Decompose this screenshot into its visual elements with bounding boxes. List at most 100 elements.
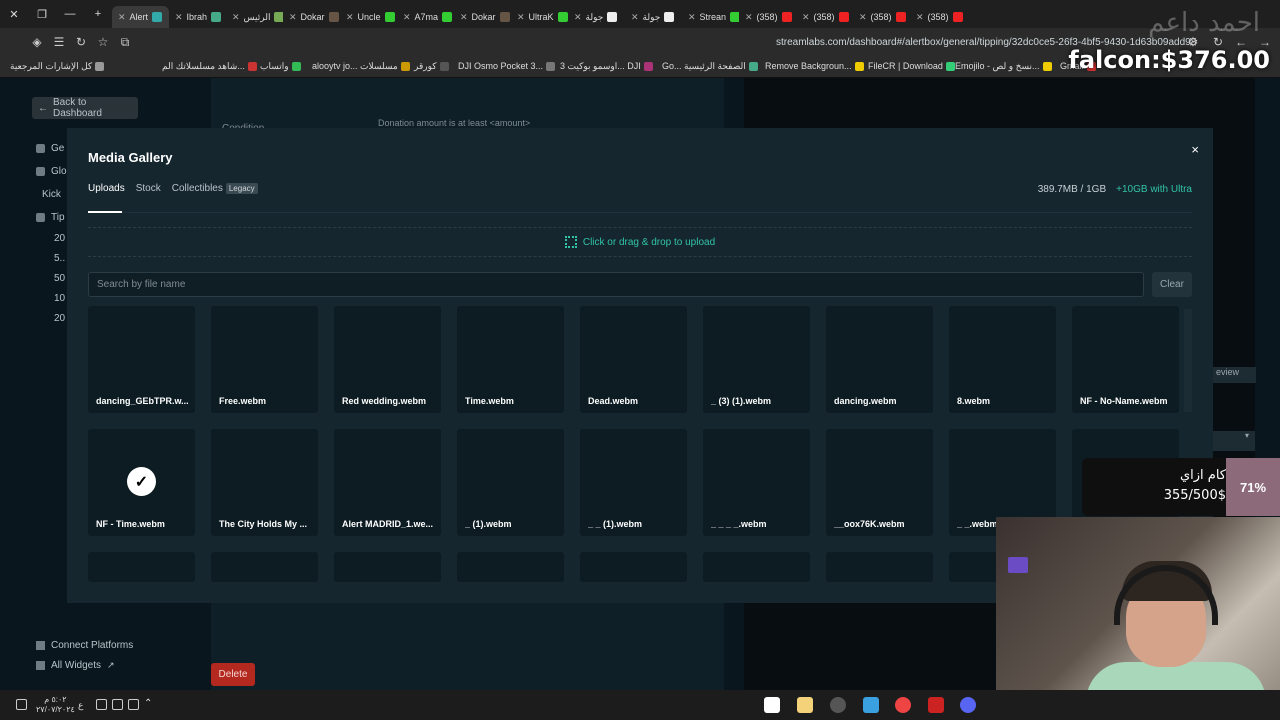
browser-tab[interactable]: ✕ (358) — [739, 6, 796, 28]
media-tile[interactable]: _ _ _ _.webm — [703, 429, 810, 536]
browser-tab[interactable]: ✕ Uncle — [340, 6, 397, 28]
bookmark-item[interactable]: اوسمو بوكيت 3... DJI — [560, 61, 653, 72]
browser-tab[interactable]: ✕ (358) — [910, 6, 967, 28]
video-app-icon[interactable] — [928, 697, 944, 713]
sidebar-item[interactable]: 50 — [54, 273, 65, 284]
notification-icon[interactable] — [16, 699, 27, 710]
browser-tab[interactable]: ✕ (358) — [796, 6, 853, 28]
obs-app-icon[interactable] — [764, 697, 780, 713]
discord-app-icon[interactable] — [960, 697, 976, 713]
chevron-up-icon[interactable]: ⌃ — [144, 698, 152, 709]
close-tab-icon[interactable]: ✕ — [289, 12, 297, 23]
tab-search-icon[interactable]: ⧉ — [114, 35, 136, 50]
browser-tab[interactable]: ✕ UltraK — [511, 6, 568, 28]
media-tile[interactable]: Dead.webm — [580, 306, 687, 413]
close-tab-icon[interactable]: ✕ — [232, 12, 240, 23]
layout-select[interactable]: ▾ — [1212, 431, 1255, 451]
upgrade-storage-link[interactable]: +10GB with Ultra — [1116, 184, 1192, 195]
close-tab-icon[interactable]: ✕ — [460, 12, 468, 23]
browser-tab[interactable]: ✕ الرئيس — [226, 6, 283, 28]
close-icon[interactable]: × — [1191, 142, 1199, 157]
tab-uploads[interactable]: Uploads — [88, 183, 125, 194]
media-tile[interactable]: Red wedding.webm — [334, 306, 441, 413]
media-tile[interactable]: dancing_GEbTPR.w... — [88, 306, 195, 413]
browser-tab[interactable]: ✕ Strean — [682, 6, 739, 28]
close-tab-icon[interactable]: ✕ — [517, 12, 525, 23]
sidebar-item[interactable]: Ge — [36, 143, 64, 154]
bookmark-star-icon[interactable]: ☆ — [92, 35, 114, 49]
tab-collectibles[interactable]: Collectibles Legacy — [172, 183, 258, 194]
media-tile[interactable]: NF - No-Name.webm — [1072, 306, 1179, 413]
scrollbar[interactable] — [1184, 309, 1192, 412]
close-tab-icon[interactable]: ✕ — [118, 12, 126, 23]
browser-tab[interactable]: ✕ جولة — [625, 6, 682, 28]
files-app-icon[interactable] — [797, 697, 813, 713]
close-tab-icon[interactable]: ✕ — [346, 12, 354, 23]
media-tile[interactable] — [88, 552, 195, 582]
bookmark-item[interactable]: FileCR | Download — [868, 61, 955, 71]
media-tile[interactable]: Time.webm — [457, 306, 564, 413]
close-tab-icon[interactable]: ✕ — [175, 12, 183, 23]
sidebar-item[interactable]: 5.. — [54, 253, 65, 264]
media-tile[interactable]: _ (3) (1).webm — [703, 306, 810, 413]
bookmark-item[interactable]: Go... الصفحة الرئيسية — [662, 61, 758, 72]
media-tile[interactable]: _ _ (1).webm — [580, 429, 687, 536]
chrome-app-icon[interactable] — [895, 697, 911, 713]
language-indicator[interactable]: ع — [78, 700, 83, 711]
sidebar-item[interactable]: Tip — [36, 212, 65, 223]
delete-button[interactable]: Delete — [211, 663, 255, 686]
media-tile[interactable]: __oox76K.webm — [826, 429, 933, 536]
media-tile[interactable] — [580, 552, 687, 582]
bookmark-item[interactable]: Remove Backgroun... — [765, 61, 864, 71]
media-tile[interactable] — [703, 552, 810, 582]
preview-button[interactable]: eview — [1212, 367, 1256, 383]
close-tab-icon[interactable]: ✕ — [631, 12, 639, 23]
close-tab-icon[interactable]: ✕ — [916, 12, 924, 23]
media-tile[interactable] — [211, 552, 318, 582]
close-tab-icon[interactable]: ✕ — [802, 12, 810, 23]
new-tab-icon[interactable]: + — [84, 8, 112, 20]
clear-button[interactable]: Clear — [1152, 272, 1192, 297]
minimize-window-icon[interactable]: — — [56, 8, 84, 20]
extension-icon-2[interactable]: ☰ — [48, 35, 70, 49]
media-tile[interactable]: Alert MADRID_1.we... — [334, 429, 441, 536]
extension-icon[interactable]: ◈ — [26, 35, 48, 49]
sidebar-item[interactable]: Kick — [42, 189, 61, 200]
tab-stock[interactable]: Stock — [136, 183, 161, 194]
browser-tab[interactable]: ✕ Dokar — [283, 6, 340, 28]
restore-window-icon[interactable]: ❐ — [28, 8, 56, 21]
bookmark-item[interactable]: Emojilo - نسخ و لص... — [955, 61, 1052, 72]
browser-app-icon[interactable] — [830, 697, 846, 713]
browser-tab[interactable]: ✕ Ibrah — [169, 6, 226, 28]
browser-tab[interactable]: ✕ (358) — [853, 6, 910, 28]
media-tile[interactable] — [334, 552, 441, 582]
sidebar-item[interactable]: Glo — [36, 166, 67, 177]
close-tab-icon[interactable]: ✕ — [574, 12, 582, 23]
facebook-app-icon[interactable] — [863, 697, 879, 713]
volume-icon[interactable] — [112, 699, 123, 710]
microphone-icon[interactable] — [128, 699, 139, 710]
browser-tab[interactable]: ✕ Dokar — [454, 6, 511, 28]
browser-tab[interactable]: ✕ جولة — [568, 6, 625, 28]
condition-select[interactable]: Donation amount is at least <amount> — [370, 118, 713, 128]
media-tile[interactable]: Free.webm — [211, 306, 318, 413]
bookmark-item[interactable]: كل الإشارات المرجعية — [10, 61, 105, 72]
media-tile[interactable] — [826, 552, 933, 582]
search-input[interactable] — [88, 272, 1144, 297]
close-tab-icon[interactable]: ✕ — [745, 12, 753, 23]
bookmark-item[interactable]: واتساب — [260, 61, 301, 72]
browser-tab[interactable]: ✕ Alert — [112, 6, 169, 28]
media-tile[interactable]: ✓ NF - Time.webm — [88, 429, 195, 536]
bookmark-item[interactable]: alooytv jo... مسلسلات — [312, 61, 410, 72]
media-tile[interactable]: The City Holds My ... — [211, 429, 318, 536]
media-tile[interactable]: 8.webm — [949, 306, 1056, 413]
network-icon[interactable] — [96, 699, 107, 710]
bookmark-item[interactable]: كورقر — [414, 61, 449, 72]
sidebar-item-connect-platforms[interactable]: Connect Platforms — [36, 640, 133, 651]
taskbar-clock[interactable]: ٥:٠٢ م ٢٧/٠٧/٢٠٢٤ — [36, 695, 75, 715]
close-tab-icon[interactable]: ✕ — [403, 12, 411, 23]
sidebar-item[interactable]: 20 — [54, 233, 65, 244]
close-tab-icon[interactable]: ✕ — [688, 12, 696, 23]
browser-tab[interactable]: ✕ A7ma — [397, 6, 454, 28]
close-tab-icon[interactable]: ✕ — [859, 12, 867, 23]
